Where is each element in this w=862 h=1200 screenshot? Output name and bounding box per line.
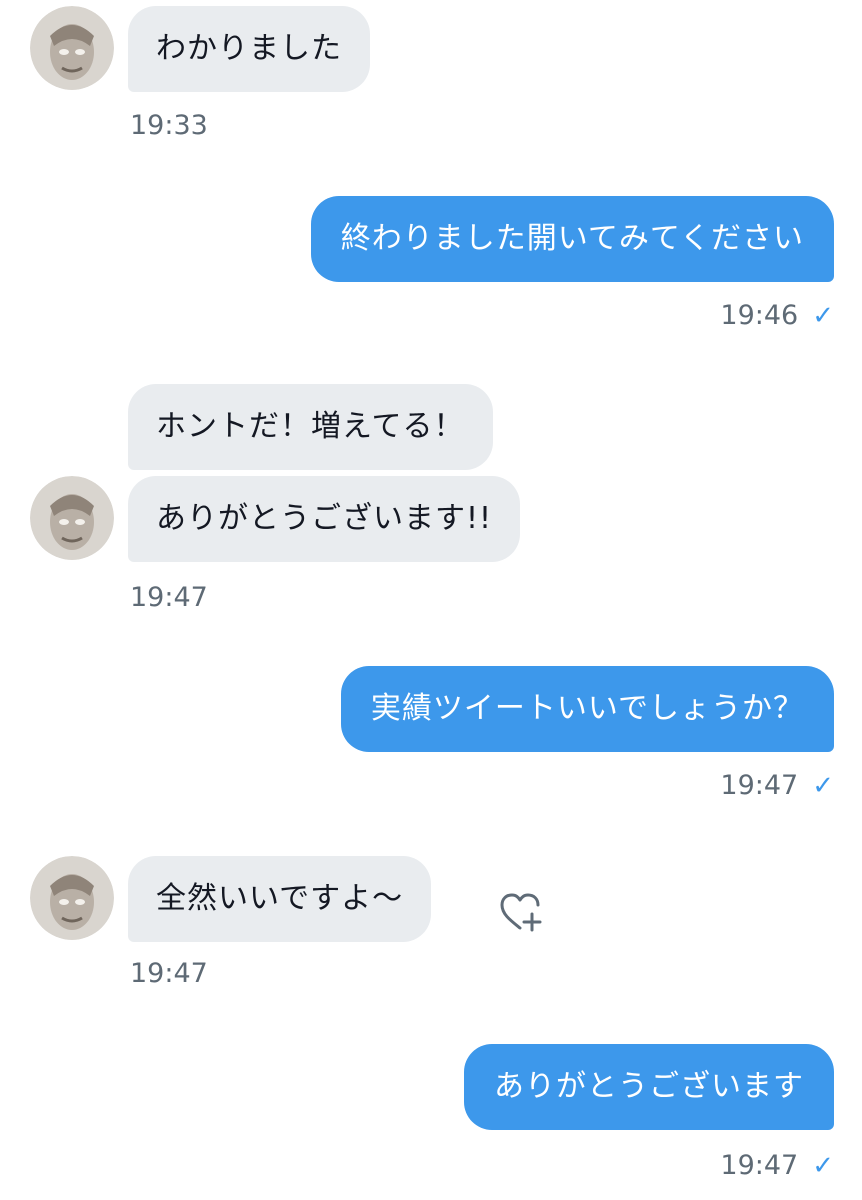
avatar[interactable] <box>30 476 114 560</box>
message-bubble-outgoing[interactable]: 実績ツイートいいでしょうか？ <box>340 666 834 752</box>
message-bubble-incoming[interactable]: ありがとうございます!! <box>128 476 521 562</box>
message-timestamp: 19:47 <box>130 958 208 989</box>
avatar[interactable] <box>30 6 114 90</box>
message-bubble-incoming[interactable]: ホントだ！増えてる！ <box>128 384 493 470</box>
message-bubble-outgoing[interactable]: 終わりました開いてみてください <box>310 196 834 282</box>
message-timestamp: 19:47 ✓ <box>720 1150 834 1181</box>
message-timestamp: 19:47 <box>130 582 208 613</box>
message-timestamp: 19:46 ✓ <box>720 300 834 331</box>
timestamp-text: 19:47 <box>720 1150 799 1181</box>
timestamp-text: 19:46 <box>720 300 799 331</box>
message-bubble-outgoing[interactable]: ありがとうございます <box>464 1044 834 1130</box>
message-bubble-incoming[interactable]: 全然いいですよ〜 <box>128 856 432 942</box>
message-bubble-incoming[interactable]: わかりました <box>128 6 370 92</box>
check-icon: ✓ <box>812 771 834 801</box>
heart-plus-icon[interactable] <box>492 884 548 940</box>
check-icon: ✓ <box>812 1151 834 1181</box>
check-icon: ✓ <box>812 301 834 331</box>
message-timestamp: 19:33 <box>130 110 208 141</box>
timestamp-text: 19:47 <box>720 770 799 801</box>
avatar[interactable] <box>30 856 114 940</box>
message-timestamp: 19:47 ✓ <box>720 770 834 801</box>
